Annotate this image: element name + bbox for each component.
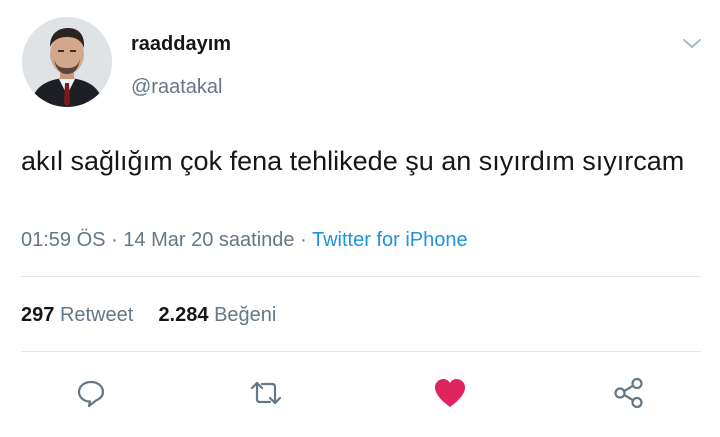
tweet-date[interactable]: 14 Mar 20 saatinde	[123, 229, 294, 251]
share-icon	[614, 377, 643, 409]
divider	[21, 351, 701, 352]
tweet-source-link[interactable]: Twitter for iPhone	[312, 229, 468, 251]
tweet-card: raaddayım @raatakal akıl sağlığım çok fe…	[0, 0, 720, 437]
retweet-count: 297	[21, 304, 55, 326]
tweet-time[interactable]: 01:59 ÖS	[21, 229, 106, 251]
retweet-stat[interactable]: 297 Retweet	[21, 304, 139, 326]
heart-icon	[435, 379, 465, 407]
retweet-label: Retweet	[59, 304, 134, 326]
divider	[21, 276, 701, 277]
share-button[interactable]	[609, 373, 649, 413]
user-handle[interactable]: @raatakal	[131, 76, 222, 99]
meta-separator: ·	[300, 229, 307, 251]
retweet-button[interactable]	[246, 373, 286, 413]
avatar-image	[22, 17, 112, 107]
retweet-icon	[250, 381, 282, 405]
tweet-text: akıl sağlığım çok fena tehlikede şu an s…	[21, 146, 685, 176]
reply-icon	[77, 380, 105, 408]
meta-separator: ·	[111, 229, 118, 251]
tweet-meta: 01:59 ÖS · 14 Mar 20 saatinde · Twitter …	[21, 229, 468, 252]
tweet-stats: 297 Retweet 2.284 Beğeni	[21, 304, 276, 327]
display-name[interactable]: raaddayım	[131, 33, 231, 56]
reply-button[interactable]	[71, 373, 111, 413]
like-button[interactable]	[430, 373, 470, 413]
like-label: Beğeni	[214, 304, 277, 326]
like-stat[interactable]: 2.284 Beğeni	[158, 304, 276, 326]
chevron-down-icon[interactable]	[681, 34, 703, 52]
like-count: 2.284	[158, 304, 209, 326]
avatar[interactable]	[22, 17, 112, 107]
